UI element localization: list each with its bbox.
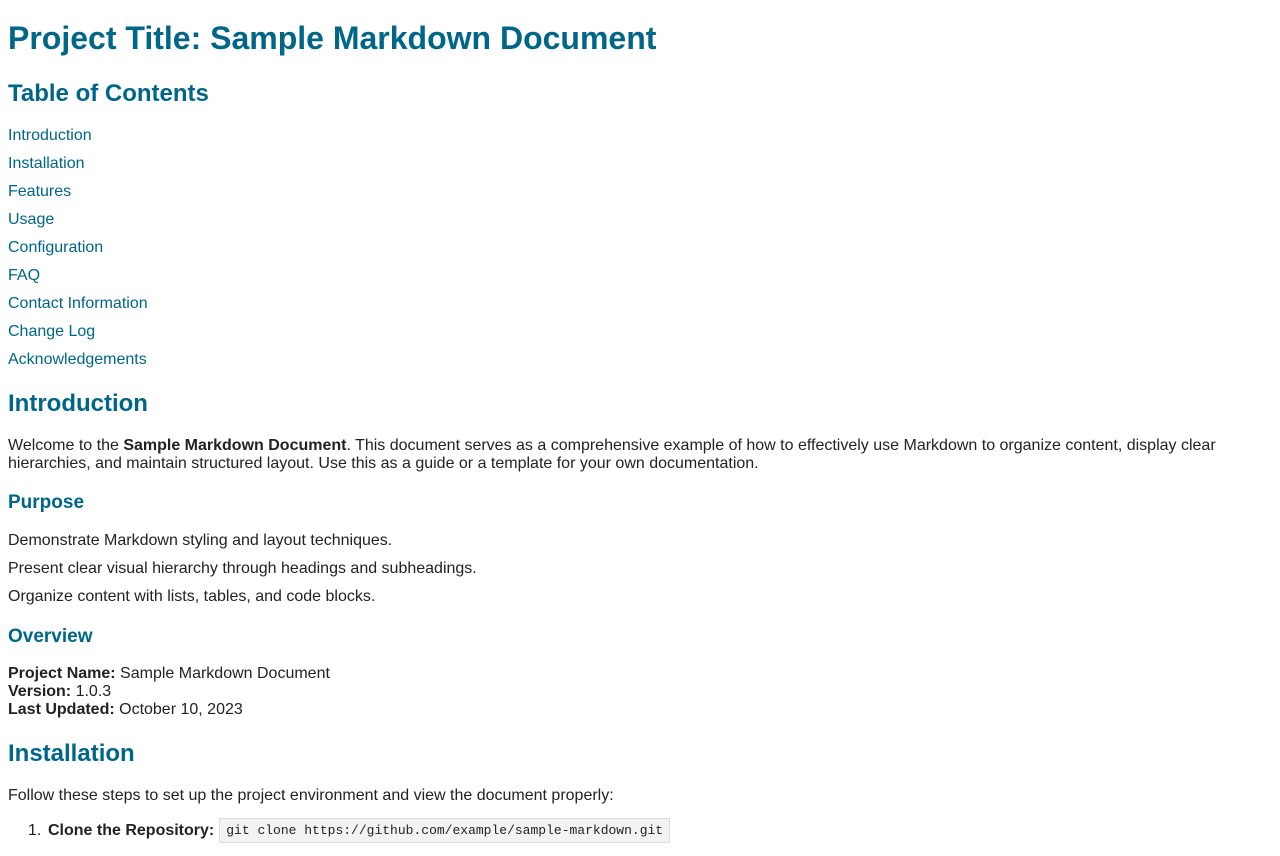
overview-label: Version: bbox=[8, 683, 72, 700]
toc-link-configuration[interactable]: Configuration bbox=[8, 239, 103, 257]
overview-label: Last Updated: bbox=[8, 701, 115, 718]
purpose-item: Demonstrate Markdown styling and layout … bbox=[8, 532, 393, 549]
step-label: Clone the Repository: bbox=[48, 821, 215, 839]
overview-value: October 10, 2023 bbox=[114, 701, 243, 718]
introduction-heading: Introduction bbox=[8, 390, 148, 417]
overview-row-project-name: Project Name: Sample Markdown Document bbox=[8, 665, 330, 683]
page-title: Project Title: Sample Markdown Document bbox=[8, 20, 657, 56]
introduction-bold-name: Sample Markdown Document bbox=[123, 437, 347, 454]
toc-link-usage[interactable]: Usage bbox=[8, 211, 54, 229]
installation-intro: Follow these steps to set up the project… bbox=[8, 787, 614, 804]
overview-row-last-updated: Last Updated: October 10, 2023 bbox=[8, 701, 243, 719]
overview-value: Sample Markdown Document bbox=[115, 665, 330, 682]
overview-heading: Overview bbox=[8, 626, 93, 647]
clone-command-code[interactable]: git clone https://github.com/example/sam… bbox=[219, 818, 671, 843]
toc-link-acknowledgements[interactable]: Acknowledgements bbox=[8, 351, 147, 369]
toc-link-introduction[interactable]: Introduction bbox=[8, 127, 92, 145]
overview-label: Project Name: bbox=[8, 665, 116, 682]
installation-heading: Installation bbox=[8, 740, 135, 767]
purpose-item: Present clear visual hierarchy through h… bbox=[8, 560, 477, 577]
toc-link-installation[interactable]: Installation bbox=[8, 155, 85, 173]
toc-link-features[interactable]: Features bbox=[8, 183, 71, 201]
purpose-heading: Purpose bbox=[8, 492, 85, 513]
toc-link-contact-information[interactable]: Contact Information bbox=[8, 295, 148, 313]
introduction-text-before: Welcome to the bbox=[8, 437, 124, 454]
overview-value: 1.0.3 bbox=[71, 683, 112, 700]
installation-step: 1. Clone the Repository: git clone https… bbox=[28, 818, 671, 843]
toc-link-change-log[interactable]: Change Log bbox=[8, 323, 95, 341]
toc-heading: Table of Contents bbox=[8, 80, 209, 107]
toc-link-faq[interactable]: FAQ bbox=[8, 267, 40, 285]
step-number: 1. bbox=[28, 821, 42, 839]
introduction-paragraph: Welcome to the Sample Markdown Document.… bbox=[8, 437, 1258, 473]
purpose-item: Organize content with lists, tables, and… bbox=[8, 588, 376, 605]
overview-row-version: Version: 1.0.3 bbox=[8, 683, 111, 701]
